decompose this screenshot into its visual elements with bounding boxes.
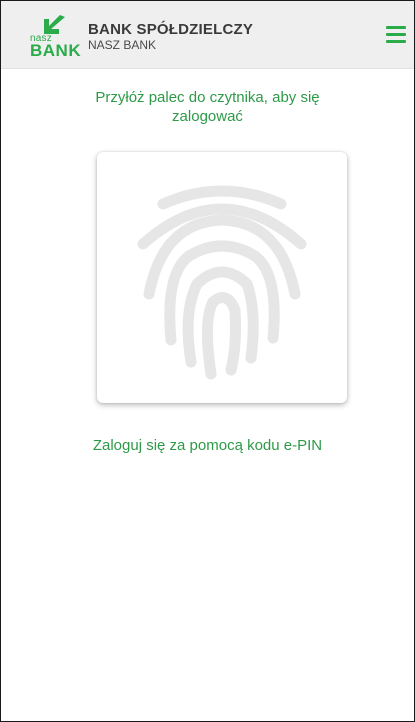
epin-login-link[interactable]: Zaloguj się za pomocą kodu e-PIN — [61, 437, 354, 454]
logo-big-text: BANK — [30, 41, 82, 60]
fingerprint-reader-card[interactable] — [97, 152, 347, 403]
bank-logo: nasz BANK — [30, 13, 90, 60]
app-header: nasz BANK BANK SPÓŁDZIELCZY NASZ BANK — [1, 1, 414, 69]
arrow-down-left-icon — [44, 15, 65, 34]
bank-title: BANK SPÓŁDZIELCZY — [88, 21, 254, 38]
hamburger-menu-icon[interactable] — [386, 26, 408, 44]
app-screen: nasz BANK BANK SPÓŁDZIELCZY NASZ BANK Pr… — [0, 0, 415, 722]
bank-subtitle: NASZ BANK — [88, 38, 157, 52]
menu-line — [386, 40, 406, 43]
fingerprint-prompt: Przyłóż palec do czytnika, aby się zalog… — [95, 89, 320, 125]
menu-line — [386, 33, 406, 36]
fingerprint-icon — [137, 185, 307, 380]
menu-line — [386, 26, 406, 29]
